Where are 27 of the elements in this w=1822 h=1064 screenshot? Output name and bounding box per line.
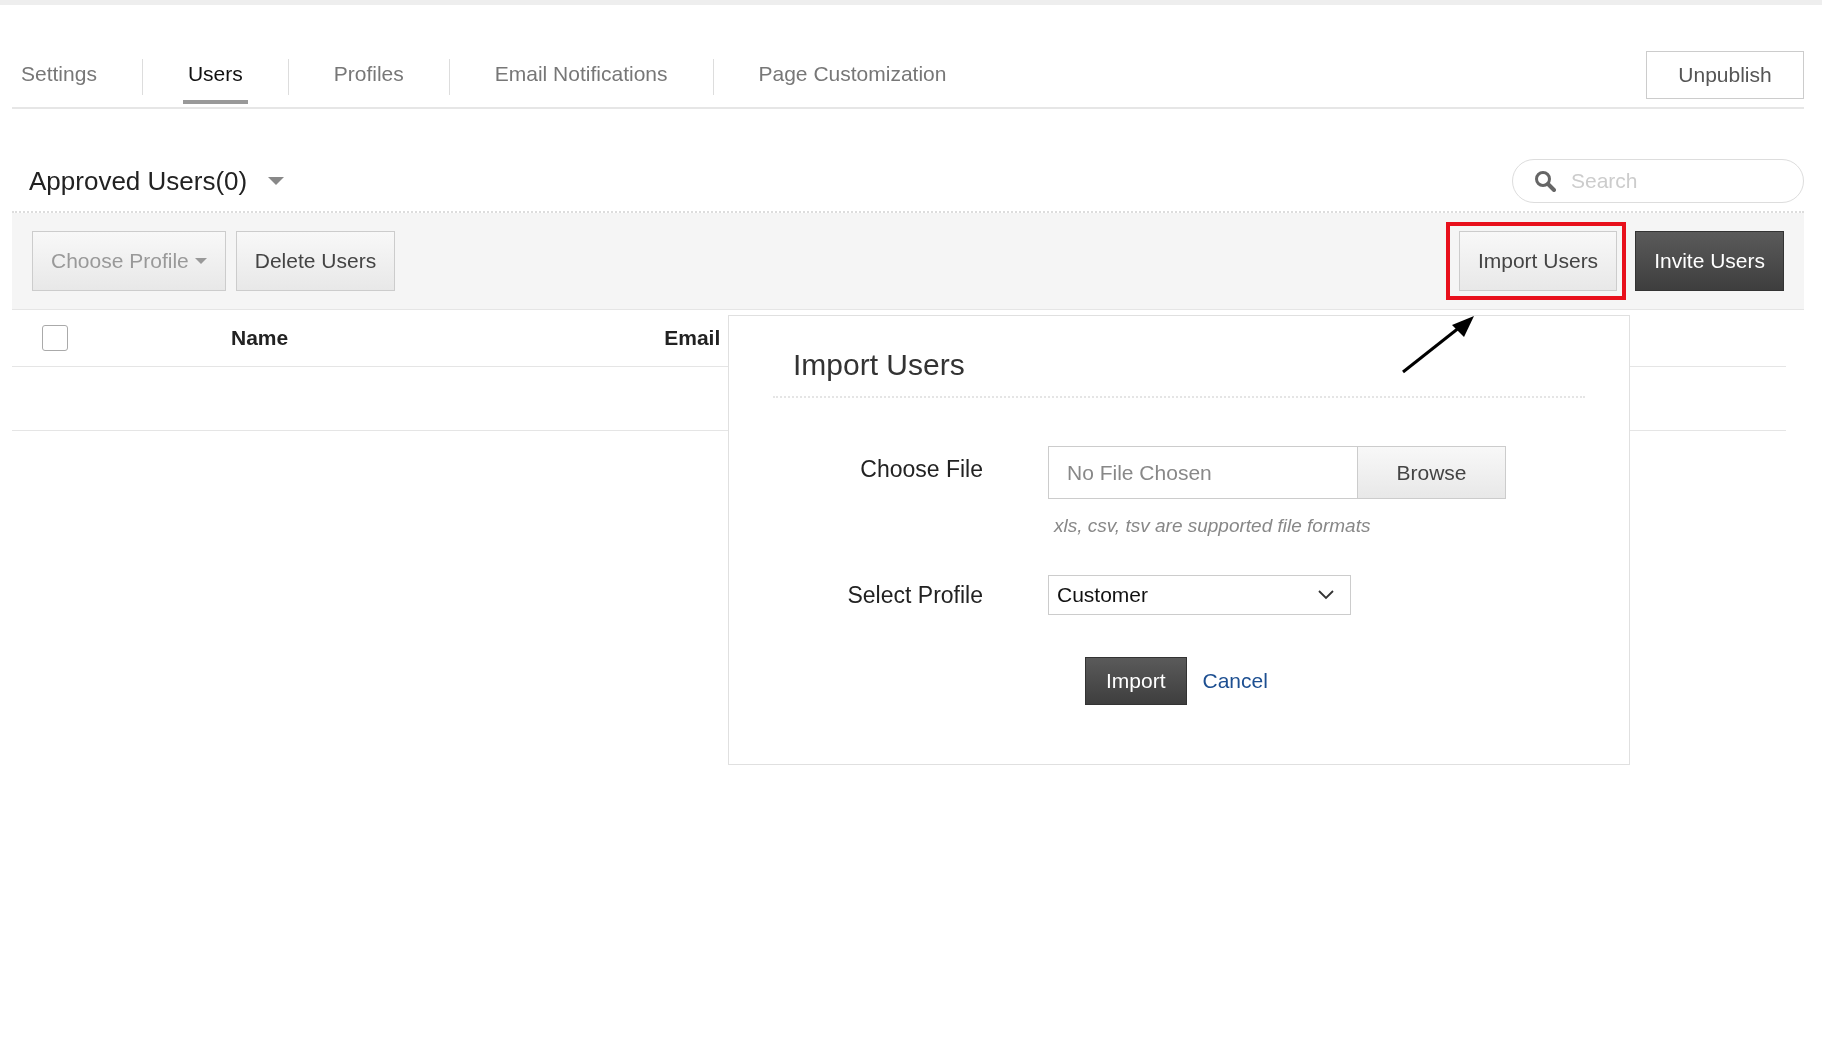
- import-users-button[interactable]: Import Users: [1458, 231, 1618, 291]
- unpublish-button[interactable]: Unpublish: [1646, 51, 1804, 99]
- hint-text: xls, csv, tsv are supported file formats: [1052, 515, 1372, 537]
- column-header: Name: [231, 326, 289, 350]
- field-label: Choose File: [859, 455, 983, 483]
- import-button[interactable]: Import: [1085, 657, 1187, 705]
- invite-users-button[interactable]: Invite Users: [1635, 231, 1784, 291]
- browse-button[interactable]: Browse: [1358, 446, 1506, 499]
- delete-users-button[interactable]: Delete Users: [235, 231, 396, 291]
- tab[interactable]: Settings: [16, 50, 102, 104]
- tab[interactable]: Email Notifications: [489, 50, 673, 104]
- tab[interactable]: Users: [182, 50, 248, 104]
- tab[interactable]: Profiles: [328, 50, 409, 104]
- tab[interactable]: Page Customization: [753, 50, 952, 104]
- cancel-link[interactable]: Cancel: [1202, 669, 1268, 693]
- field-label: Select Profile: [846, 581, 983, 609]
- profile-dropdown[interactable]: Customer: [1048, 575, 1351, 615]
- section-title: Approved Users(0): [29, 165, 248, 197]
- search-icon: [1534, 170, 1556, 192]
- dialog-title: Import Users: [773, 340, 1585, 398]
- pointer-arrow: [1402, 316, 1474, 374]
- checkbox[interactable]: [42, 325, 68, 351]
- column-header: Email: [664, 326, 721, 350]
- caret-icon: [194, 257, 207, 265]
- caret-icon[interactable]: [267, 176, 286, 186]
- chevron-icon: [1318, 590, 1334, 600]
- file-field[interactable]: No File Chosen: [1048, 446, 1358, 499]
